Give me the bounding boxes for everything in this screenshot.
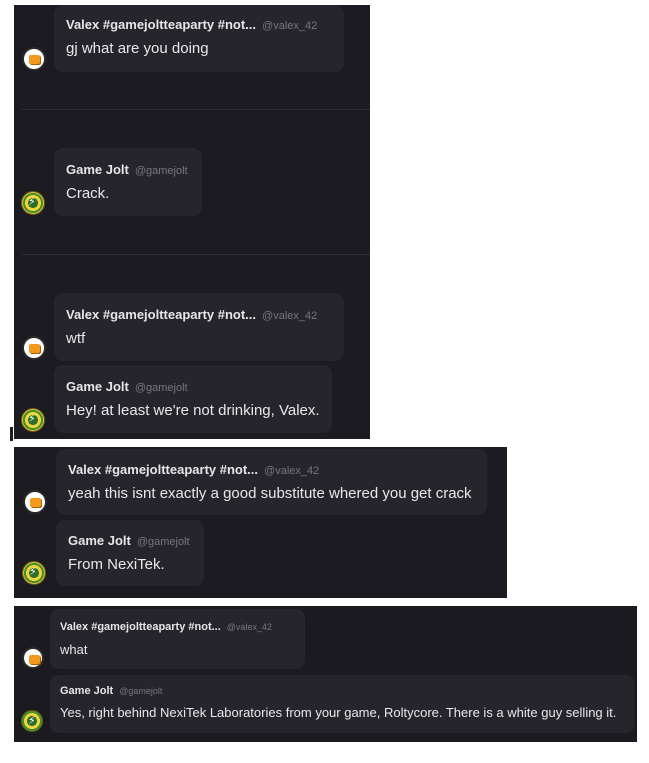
user-handle[interactable]: @gamejolt: [137, 536, 190, 548]
message-text: From NexiTek.: [68, 556, 165, 573]
message-header: Game Jolt @gamejolt: [66, 162, 188, 177]
user-handle[interactable]: @gamejolt: [135, 382, 188, 394]
message-bubble: Game Jolt @gamejolt Hey! at least we're n…: [54, 365, 332, 433]
valex-avatar[interactable]: [22, 336, 46, 360]
message-text: yeah this isnt exactly a good substitute…: [68, 485, 472, 502]
message-header: Valex #gamejoltteaparty #not... @valex_42: [66, 17, 317, 32]
username[interactable]: Game Jolt: [66, 379, 129, 394]
message-bubble: Valex #gamejoltteaparty #not... @valex_42…: [54, 5, 344, 72]
text-cursor: [10, 427, 13, 441]
message-bubble: Valex #gamejoltteaparty #not... @valex_42…: [56, 449, 487, 515]
message-bubble: Game Jolt @gamejolt Yes, right behind Nex…: [50, 675, 635, 733]
gamejolt-avatar[interactable]: [21, 408, 45, 432]
valex-avatar[interactable]: [22, 647, 44, 669]
username[interactable]: Game Jolt: [60, 685, 113, 697]
message-bubble: Valex #gamejoltteaparty #not... @valex_42…: [50, 609, 305, 669]
message-header: Game Jolt @gamejolt: [66, 379, 188, 394]
message-bubble: Game Jolt @gamejolt From NexiTek.: [56, 520, 204, 586]
divider: [22, 109, 370, 110]
chat-screenshot-2: Valex #gamejoltteaparty #not... @valex_42…: [14, 447, 507, 598]
chat-screenshot-1: Valex #gamejoltteaparty #not... @valex_42…: [14, 5, 370, 439]
username[interactable]: Valex #gamejoltteaparty #not...: [60, 621, 221, 633]
username[interactable]: Game Jolt: [68, 533, 131, 548]
user-handle[interactable]: @gamejolt: [135, 165, 188, 177]
user-handle[interactable]: @gamejolt: [119, 686, 162, 696]
valex-avatar[interactable]: [23, 490, 47, 514]
message-header: Game Jolt @gamejolt: [68, 533, 190, 548]
gamejolt-avatar[interactable]: [21, 710, 43, 732]
message-text: wtf: [66, 330, 86, 347]
user-handle[interactable]: @valex_42: [262, 20, 317, 32]
chat-screenshot-3: Valex #gamejoltteaparty #not... @valex_42…: [14, 606, 637, 742]
message-bubble: Game Jolt @gamejolt Crack.: [54, 148, 202, 216]
message-text: Yes, right behind NexiTek Laboratories f…: [60, 705, 617, 720]
gamejolt-avatar[interactable]: [21, 191, 45, 215]
gamejolt-avatar[interactable]: [22, 561, 46, 585]
message-text: Crack.: [66, 185, 110, 202]
message-header: Game Jolt @gamejolt: [60, 685, 162, 697]
username[interactable]: Valex #gamejoltteaparty #not...: [66, 17, 256, 32]
username[interactable]: Valex #gamejoltteaparty #not...: [68, 462, 258, 477]
message-header: Valex #gamejoltteaparty #not... @valex_42: [66, 307, 317, 322]
user-handle[interactable]: @valex_42: [227, 622, 272, 632]
message-header: Valex #gamejoltteaparty #not... @valex_42: [60, 621, 272, 633]
username[interactable]: Game Jolt: [66, 162, 129, 177]
message-text: Hey! at least we're not drinking, Valex.: [66, 402, 320, 419]
message-bubble: Valex #gamejoltteaparty #not... @valex_42…: [54, 293, 344, 361]
message-text: what: [60, 642, 88, 657]
user-handle[interactable]: @valex_42: [262, 310, 317, 322]
message-header: Valex #gamejoltteaparty #not... @valex_42: [68, 462, 319, 477]
user-handle[interactable]: @valex_42: [264, 465, 319, 477]
message-text: gj what are you doing: [66, 40, 209, 57]
valex-avatar[interactable]: [22, 47, 46, 71]
username[interactable]: Valex #gamejoltteaparty #not...: [66, 307, 256, 322]
divider: [22, 254, 370, 255]
